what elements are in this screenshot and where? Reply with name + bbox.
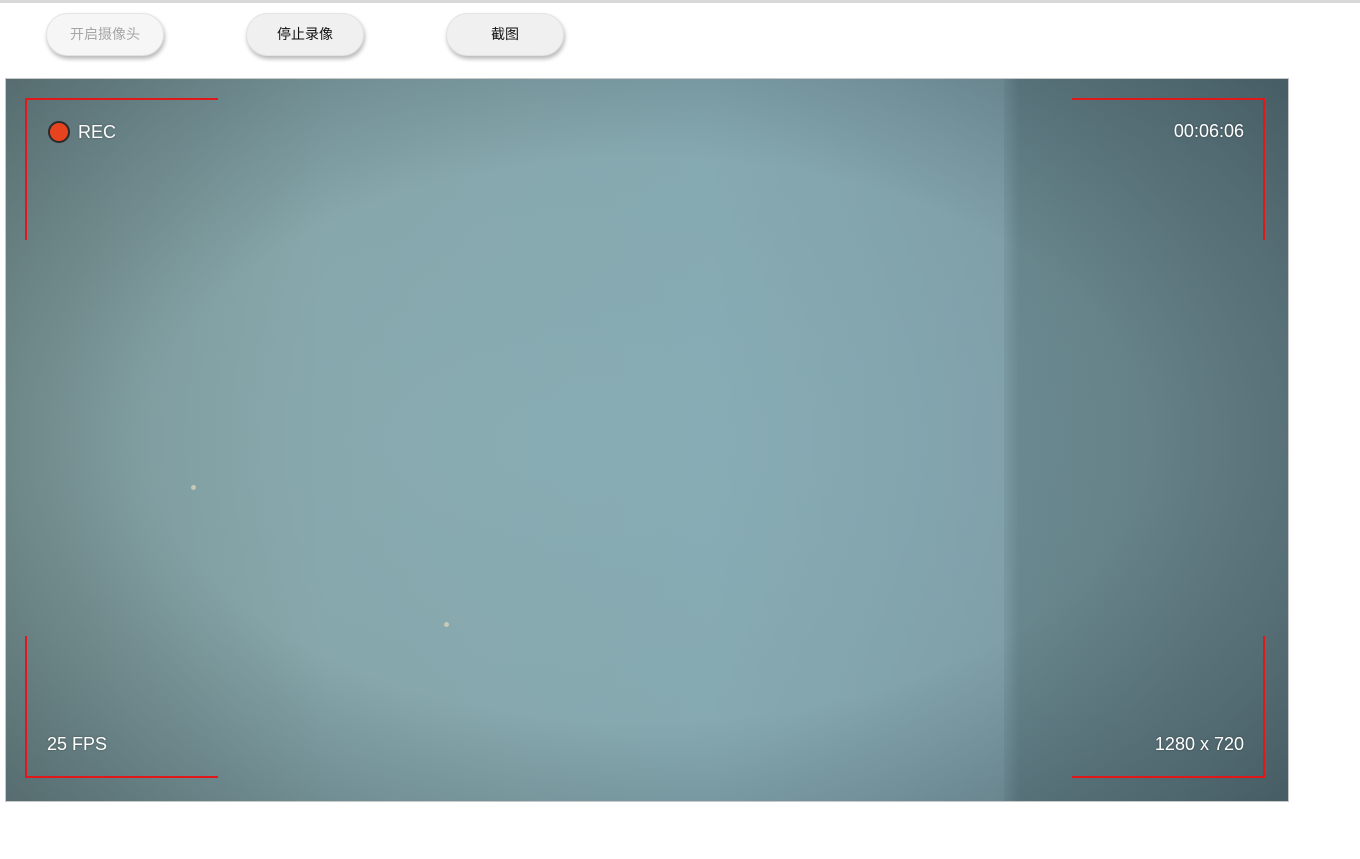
screenshot-button[interactable]: 截图	[446, 13, 564, 56]
rec-label: REC	[78, 121, 117, 142]
video-speck	[444, 622, 449, 627]
stop-recording-button[interactable]: 停止录像	[246, 13, 364, 56]
recording-timer: 00:06:06	[1173, 121, 1244, 141]
toolbar: 开启摄像头 停止录像 截图	[0, 0, 1360, 70]
camera-viewport: REC 00:06:06 25 FPS 1280 x 720	[5, 78, 1289, 802]
rec-indicator: REC	[48, 121, 116, 143]
open-camera-button[interactable]: 开启摄像头	[46, 13, 164, 56]
corner-bracket-bottom-left	[25, 636, 218, 778]
corner-bracket-top-right	[1072, 98, 1265, 240]
video-speck	[191, 485, 196, 490]
record-dot-icon	[48, 121, 70, 143]
resolution-readout: 1280 x 720	[1154, 734, 1244, 754]
fps-readout: 25 FPS	[47, 734, 108, 754]
corner-bracket-bottom-right	[1072, 636, 1265, 778]
corner-bracket-top-left	[25, 98, 218, 240]
